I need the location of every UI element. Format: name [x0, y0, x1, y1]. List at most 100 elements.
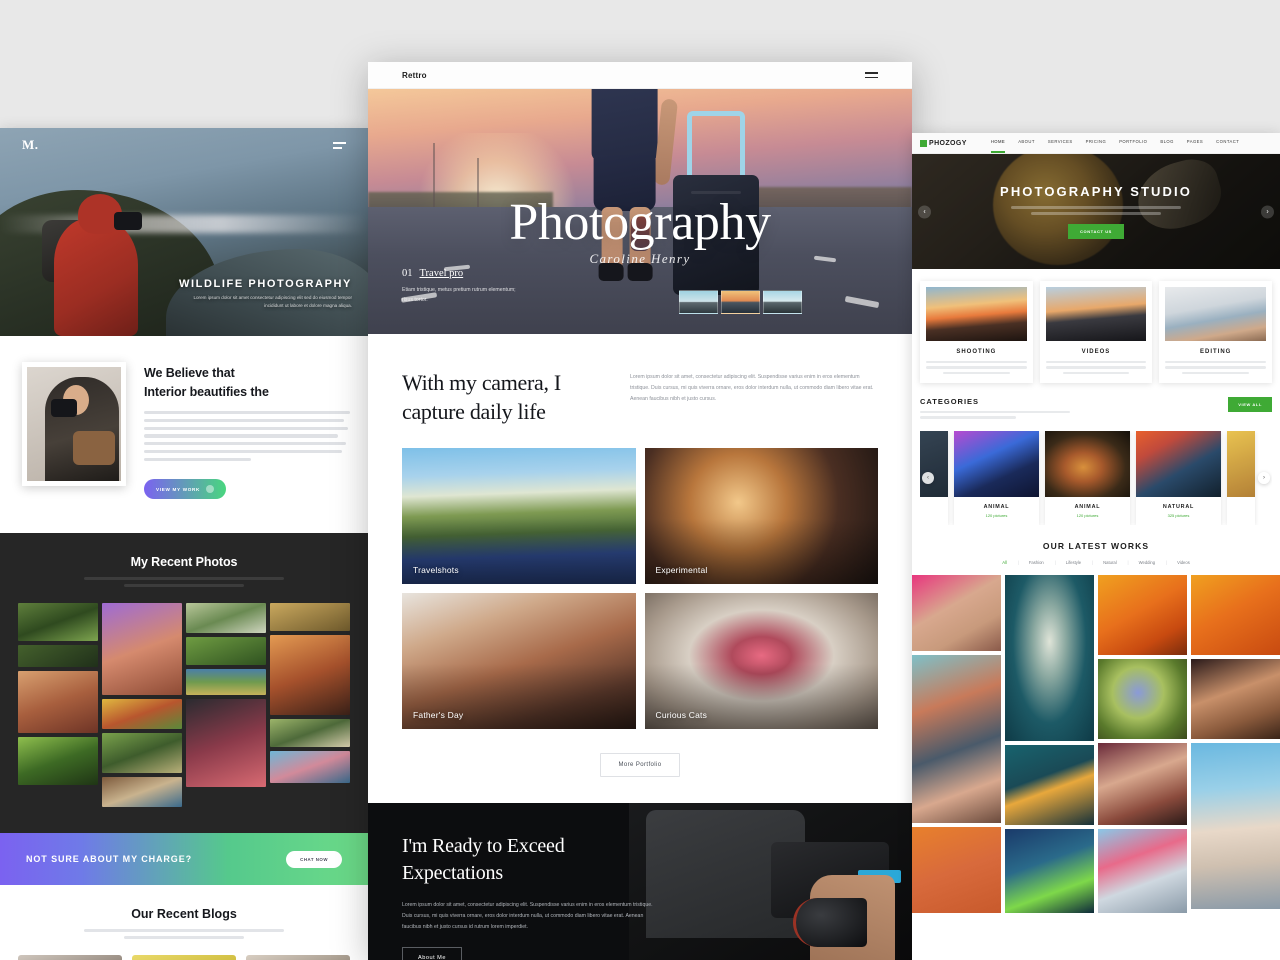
grid-photo[interactable]: [186, 603, 266, 634]
grid-photo[interactable]: [270, 635, 350, 716]
grid-photo[interactable]: [102, 603, 182, 696]
hero-thumbnail[interactable]: [679, 290, 718, 314]
view-all-button[interactable]: VIEW ALL: [1228, 397, 1272, 413]
work-image[interactable]: [1098, 574, 1187, 655]
filter-natural[interactable]: Natural: [1092, 560, 1128, 565]
hero-thumbnail[interactable]: [721, 290, 760, 314]
filter-wedding[interactable]: Wedding: [1128, 560, 1168, 565]
hamburger-menu-icon[interactable]: [333, 141, 346, 149]
carousel-next-icon[interactable]: ›: [1258, 471, 1270, 484]
grid-photo[interactable]: [18, 737, 98, 786]
work-image[interactable]: [1098, 828, 1187, 913]
portfolio-card-label: Experimental: [655, 565, 708, 576]
handbag-shape: [73, 431, 115, 465]
right-works-section: OUR LATEST WORKS All Fashion Lifestyle N…: [912, 525, 1280, 913]
photographer-figure: [36, 186, 164, 336]
portfolio-card[interactable]: Experimental: [644, 448, 878, 585]
nav-item-home[interactable]: HOME: [990, 139, 1006, 153]
works-heading: OUR LATEST WORKS: [1042, 540, 1150, 551]
work-image[interactable]: [1191, 742, 1280, 909]
portfolio-card[interactable]: Curious Cats: [644, 593, 878, 730]
right-brand-logo[interactable]: PHOZOGY: [920, 139, 967, 147]
work-image[interactable]: [1098, 658, 1187, 739]
left-logo[interactable]: M.: [22, 137, 39, 153]
grid-photo[interactable]: [186, 669, 266, 696]
contact-us-button[interactable]: CONTACT US: [1068, 223, 1124, 239]
category-count: 325 pictures: [1167, 512, 1190, 518]
photo-column: [186, 603, 266, 788]
hero-prev-arrow-icon[interactable]: ‹: [918, 205, 931, 218]
camera-shape: [114, 212, 142, 230]
category-card[interactable]: ANIMAL 120 pictures: [954, 430, 1039, 525]
grid-photo[interactable]: [102, 777, 182, 808]
more-portfolio-button[interactable]: More Portfolio: [599, 753, 681, 778]
left-hero-caption: WILDLIFE PHOTOGRAPHY Lorem ipsum dolor s…: [177, 278, 352, 310]
category-image: [954, 430, 1039, 497]
grid-photo[interactable]: [102, 699, 182, 730]
work-image[interactable]: [912, 654, 1001, 823]
category-card-partial[interactable]: [1227, 430, 1255, 525]
work-image[interactable]: [1005, 828, 1094, 913]
camera-shape: [51, 399, 77, 417]
work-image[interactable]: [1098, 742, 1187, 825]
service-card[interactable]: VIDEOS: [1039, 281, 1153, 384]
service-image: [1165, 287, 1266, 341]
hero-next-arrow-icon[interactable]: ›: [1261, 205, 1274, 218]
filter-fashion[interactable]: Fashion: [1018, 560, 1056, 565]
center-content-body: With my camera, Icapture daily life Lore…: [368, 334, 912, 803]
work-image[interactable]: [1191, 574, 1280, 655]
nav-item-pricing[interactable]: PRICING: [1086, 139, 1107, 148]
category-card[interactable]: ANIMAL 120 pictures: [1045, 430, 1130, 525]
grid-photo[interactable]: [18, 671, 98, 734]
service-card[interactable]: EDITING: [1159, 281, 1272, 384]
work-image[interactable]: [912, 826, 1001, 913]
service-title: SHOOTING: [956, 349, 997, 355]
nav-item-portfolio[interactable]: PORTFOLIO: [1119, 139, 1147, 148]
card-overlay: [644, 593, 878, 730]
grid-photo[interactable]: [270, 719, 350, 748]
blog-card[interactable]: [18, 955, 122, 960]
portfolio-card[interactable]: Travelshots: [402, 448, 636, 585]
portfolio-card[interactable]: Father's Day: [402, 593, 636, 730]
carousel-prev-icon[interactable]: ‹: [922, 471, 934, 484]
portfolio-card-label: Curious Cats: [655, 710, 708, 721]
center-navbar: Rettro: [368, 62, 912, 89]
view-my-work-button[interactable]: VIEW MY WORK: [144, 479, 227, 500]
nav-item-contact[interactable]: CONTACT: [1216, 139, 1239, 148]
grid-photo[interactable]: [270, 751, 350, 784]
grid-photo[interactable]: [18, 645, 98, 668]
nav-item-pages[interactable]: PAGES: [1187, 139, 1203, 148]
slide-link[interactable]: Travel pro: [420, 268, 464, 279]
filter-videos[interactable]: Videos: [1166, 560, 1201, 565]
work-image[interactable]: [912, 574, 1001, 651]
center-more-portfolio-wrap: More Portfolio: [402, 729, 878, 803]
about-me-button[interactable]: About Me: [402, 947, 462, 960]
work-image[interactable]: [1191, 658, 1280, 739]
grid-photo[interactable]: [18, 603, 98, 642]
ready-photo: [629, 803, 912, 960]
left-cta-banner: NOT SURE ABOUT MY CHARGE? CHAT NOW: [0, 833, 368, 886]
work-image[interactable]: [1005, 744, 1094, 825]
grid-photo[interactable]: [270, 603, 350, 632]
filter-all[interactable]: All: [991, 560, 1018, 565]
category-card[interactable]: NATURAL 325 pictures: [1136, 430, 1221, 525]
work-image[interactable]: [1005, 574, 1094, 741]
grid-photo[interactable]: [102, 733, 182, 774]
filter-lifestyle[interactable]: Lifestyle: [1055, 560, 1094, 565]
right-categories-section: CATEGORIES VIEW ALL ‹ ANIMAL 120 picture…: [912, 383, 1280, 525]
blog-card[interactable]: [246, 955, 350, 960]
grid-photo[interactable]: [186, 699, 266, 788]
service-card[interactable]: SHOOTING: [920, 281, 1033, 384]
center-logo[interactable]: Rettro: [402, 71, 427, 80]
hero-thumbnail[interactable]: [763, 290, 802, 314]
nav-item-blog[interactable]: BLOG: [1160, 139, 1173, 148]
nav-item-about[interactable]: ABOUT: [1018, 139, 1035, 148]
hamburger-menu-icon[interactable]: [865, 72, 878, 78]
red-jacket-shape: [54, 218, 138, 336]
grid-photo[interactable]: [186, 637, 266, 666]
cta-chat-button[interactable]: CHAT NOW: [286, 850, 342, 868]
nav-item-services[interactable]: SERVICES: [1048, 139, 1073, 148]
blog-card[interactable]: [132, 955, 236, 960]
photo-column: [18, 603, 98, 786]
believe-photo: [22, 362, 126, 486]
